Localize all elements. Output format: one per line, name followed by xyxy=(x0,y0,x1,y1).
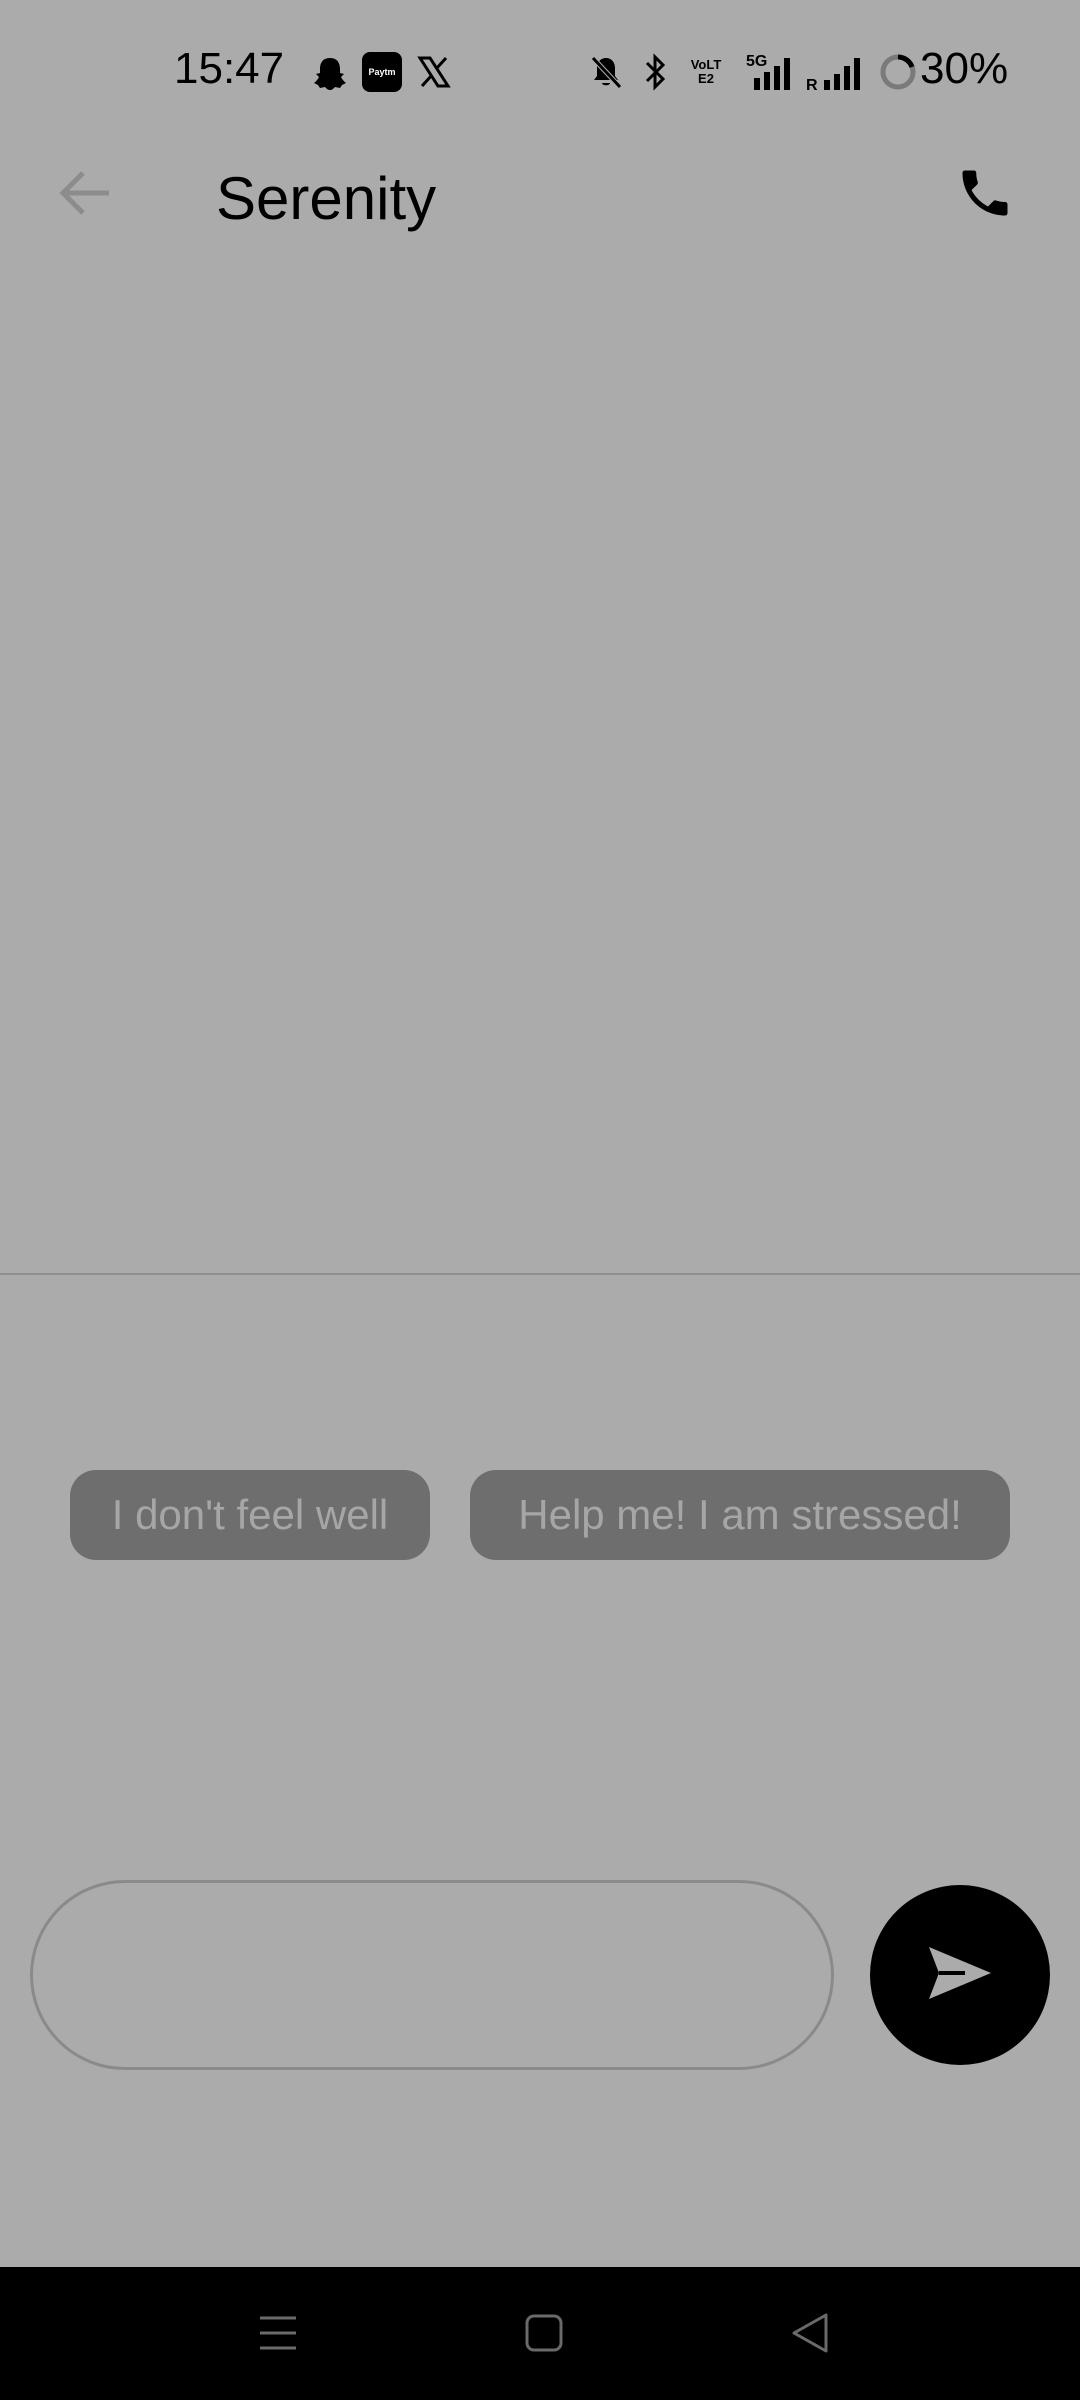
suggestion-chip-stressed[interactable]: Help me! I am stressed! xyxy=(470,1470,1010,1560)
app-bar xyxy=(0,140,1080,260)
volte-icon: VoLTE2 xyxy=(684,52,728,92)
nav-back-button[interactable] xyxy=(770,2297,850,2373)
paytm-label: Paytm xyxy=(368,67,396,77)
bell-off-icon xyxy=(586,52,626,92)
status-time: 15:47 xyxy=(174,44,285,93)
arrow-left-icon xyxy=(57,168,113,223)
x-icon xyxy=(414,52,454,92)
phone-icon xyxy=(955,163,1015,228)
svg-text:5G: 5G xyxy=(746,53,767,70)
snapchat-icon xyxy=(310,54,350,94)
nav-recents-button[interactable] xyxy=(238,2297,318,2373)
status-bar: 15:47 Paytm VoLTE2 5G R 30% xyxy=(0,0,1080,140)
suggestion-chip-not-feeling-well[interactable]: I don't feel well xyxy=(70,1470,430,1560)
divider xyxy=(0,1273,1080,1275)
signal-5g-icon: 5G xyxy=(736,50,800,94)
send-icon xyxy=(925,1943,995,2008)
back-triangle-icon xyxy=(790,2312,830,2359)
send-button[interactable] xyxy=(870,1885,1050,2065)
back-button[interactable] xyxy=(40,150,130,240)
signal-roaming-icon: R xyxy=(804,50,870,94)
menu-icon xyxy=(258,2314,298,2357)
battery-icon xyxy=(876,50,920,94)
chat-messages-area xyxy=(0,270,1080,1273)
home-icon xyxy=(524,2313,564,2358)
call-button[interactable] xyxy=(940,150,1030,240)
paytm-icon: Paytm xyxy=(362,52,402,92)
page-title: Serenity xyxy=(216,165,437,232)
battery-percentage: 30% xyxy=(920,44,1009,93)
bluetooth-icon xyxy=(638,52,672,92)
svg-text:R: R xyxy=(806,77,818,94)
nav-home-button[interactable] xyxy=(504,2297,584,2373)
message-input[interactable] xyxy=(30,1880,834,2070)
volte-label: VoLTE2 xyxy=(690,57,722,86)
